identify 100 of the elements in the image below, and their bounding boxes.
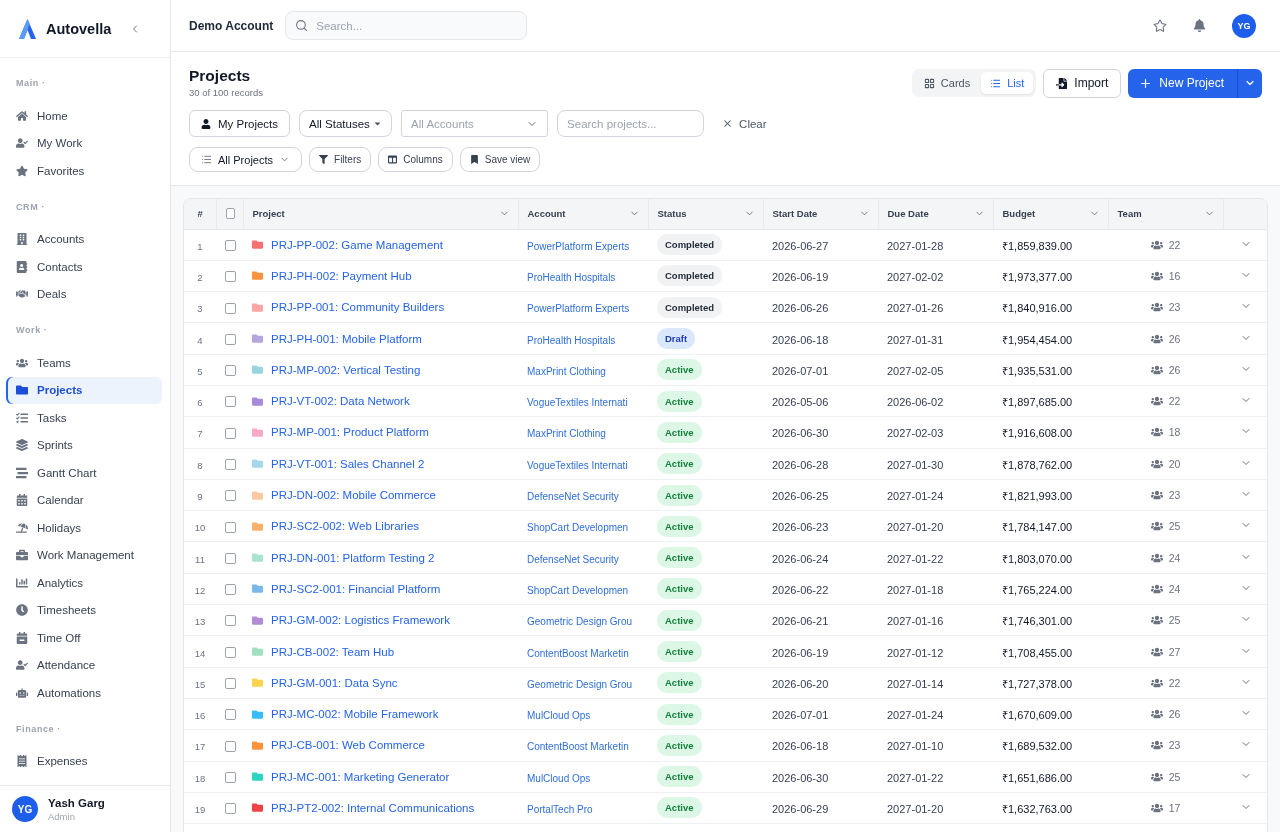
view-select[interactable]: All Projects bbox=[189, 147, 303, 172]
checkbox[interactable] bbox=[225, 803, 236, 815]
project-link[interactable]: PRJ-GM-002: Logistics Framework bbox=[271, 614, 450, 627]
nav-item[interactable]: Work Management bbox=[6, 541, 162, 569]
nav-item[interactable]: Tasks bbox=[6, 404, 162, 432]
clear-button[interactable]: Clear bbox=[722, 117, 767, 130]
checkbox[interactable] bbox=[225, 239, 236, 251]
user-avatar[interactable]: YG bbox=[1232, 13, 1256, 38]
import-button[interactable]: Import bbox=[1043, 68, 1122, 98]
view-tab[interactable]: List bbox=[981, 72, 1034, 94]
nav-item[interactable]: Attendance bbox=[6, 651, 162, 679]
project-link[interactable]: PRJ-VT-002: Data Network bbox=[271, 395, 410, 408]
project-link[interactable]: PRJ-CB-002: Team Hub bbox=[271, 645, 395, 658]
account-link[interactable]: PortalTech Pro bbox=[527, 804, 593, 815]
project-link[interactable]: PRJ-SC2-001: Financial Platform bbox=[271, 582, 441, 595]
nav-item[interactable]: Accounts bbox=[6, 225, 162, 253]
account-link[interactable]: DefenseNet Security bbox=[527, 553, 619, 565]
checkbox[interactable] bbox=[225, 584, 236, 596]
project-link[interactable]: PRJ-PT2-002: Internal Communications bbox=[271, 802, 475, 814]
checkbox[interactable] bbox=[225, 615, 236, 627]
account-link[interactable]: MulCloud Ops bbox=[527, 710, 591, 722]
column-header[interactable]: Project bbox=[252, 208, 285, 220]
project-link[interactable]: PRJ-MP-001: Product Platform bbox=[271, 426, 429, 439]
save-view-button[interactable]: Save view bbox=[459, 147, 541, 172]
project-link[interactable]: PRJ-VT-001: Sales Channel 2 bbox=[271, 457, 425, 470]
column-header[interactable]: Team bbox=[1117, 208, 1142, 220]
project-search-field[interactable]: Search projects... bbox=[557, 110, 705, 137]
project-link[interactable]: PRJ-MP-002: Vertical Testing bbox=[271, 363, 421, 376]
nav-item[interactable]: Deals bbox=[6, 280, 162, 308]
nav-item[interactable]: Calendar bbox=[6, 486, 162, 514]
project-link[interactable]: PRJ-DN-001: Platform Testing 2 bbox=[271, 551, 435, 564]
account-link[interactable]: MaxPrint Clothing bbox=[527, 365, 606, 377]
column-header[interactable]: Budget bbox=[1002, 208, 1036, 220]
nav-item[interactable]: Analytics bbox=[6, 569, 162, 597]
account-link[interactable]: VogueTextiles Internati bbox=[527, 459, 628, 471]
checkbox[interactable] bbox=[225, 271, 236, 283]
nav-item[interactable]: Contacts bbox=[6, 253, 162, 281]
checkbox[interactable] bbox=[225, 771, 236, 783]
account-link[interactable]: ProHealth Hospitals bbox=[527, 334, 616, 346]
checkbox[interactable] bbox=[225, 678, 236, 690]
my-projects-button[interactable]: My Projects bbox=[189, 110, 291, 137]
checkbox[interactable] bbox=[225, 552, 236, 564]
account-link[interactable]: MulCloud Ops bbox=[527, 772, 591, 784]
project-link[interactable]: PRJ-PH-002: Payment Hub bbox=[271, 269, 412, 282]
checkbox[interactable] bbox=[225, 709, 236, 721]
account-link[interactable]: Geometric Design Grou bbox=[527, 616, 633, 628]
project-link[interactable]: PRJ-DN-002: Mobile Commerce bbox=[271, 489, 436, 501]
checkbox[interactable] bbox=[225, 427, 236, 439]
view-tab[interactable]: Cards bbox=[914, 72, 980, 94]
star-icon[interactable] bbox=[1153, 18, 1167, 33]
nav-item[interactable]: Sprints bbox=[6, 431, 162, 459]
search-field[interactable]: Search... bbox=[285, 11, 528, 40]
account-link[interactable]: ShopCart Developmen bbox=[527, 584, 629, 596]
account-link[interactable]: DefenseNet Security bbox=[527, 491, 619, 502]
account-link[interactable]: VogueTextiles Internati bbox=[527, 397, 628, 409]
project-link[interactable]: PRJ-MC-002: Mobile Framework bbox=[271, 708, 439, 721]
account-link[interactable]: ContentBoost Marketin bbox=[527, 647, 629, 659]
nav-item[interactable]: My Work bbox=[6, 129, 162, 157]
checkbox[interactable] bbox=[225, 646, 236, 658]
checkbox[interactable] bbox=[225, 521, 236, 533]
status-select[interactable]: All Statuses bbox=[299, 110, 393, 137]
columns-button[interactable]: Columns bbox=[378, 147, 453, 172]
checkbox[interactable] bbox=[225, 208, 235, 220]
account-link[interactable]: Geometric Design Grou bbox=[527, 678, 633, 690]
account-link[interactable]: PowerPlatform Experts bbox=[527, 303, 630, 315]
column-header[interactable]: Due Date bbox=[887, 208, 929, 220]
nav-item[interactable]: Automations bbox=[6, 679, 162, 707]
nav-item[interactable]: Teams bbox=[6, 349, 162, 377]
new-project-menu-button[interactable] bbox=[1237, 68, 1262, 98]
nav-item[interactable]: Time Off bbox=[6, 624, 162, 652]
project-link[interactable]: PRJ-MC-001: Marketing Generator bbox=[271, 770, 450, 783]
project-link[interactable]: PRJ-CB-001: Web Commerce bbox=[271, 739, 425, 752]
checkbox[interactable] bbox=[225, 490, 236, 502]
checkbox[interactable] bbox=[225, 365, 236, 377]
project-link[interactable]: PRJ-PH-001: Mobile Platform bbox=[271, 332, 422, 345]
bell-icon[interactable] bbox=[1193, 19, 1206, 32]
nav-item[interactable]: Expenses bbox=[6, 747, 162, 775]
account-link[interactable]: ContentBoost Marketin bbox=[527, 741, 629, 753]
project-link[interactable]: PRJ-PP-001: Community Builders bbox=[271, 301, 445, 314]
checkbox[interactable] bbox=[225, 459, 236, 470]
nav-item[interactable]: Timesheets bbox=[6, 596, 162, 624]
checkbox[interactable] bbox=[225, 396, 236, 408]
column-header[interactable]: Status bbox=[657, 208, 687, 220]
account-link[interactable]: ShopCart Developmen bbox=[527, 522, 629, 534]
nav-item[interactable]: Gantt Chart bbox=[6, 459, 162, 487]
column-header[interactable]: Account bbox=[527, 208, 566, 220]
nav-item[interactable]: Projects bbox=[6, 376, 162, 404]
nav-item[interactable]: Holidays bbox=[6, 514, 162, 542]
new-project-button[interactable]: New Project bbox=[1128, 68, 1237, 98]
account-link[interactable]: PowerPlatform Experts bbox=[527, 240, 630, 252]
account-link[interactable]: MaxPrint Clothing bbox=[527, 428, 606, 440]
filters-button[interactable]: Filters bbox=[309, 147, 372, 172]
checkbox[interactable] bbox=[225, 740, 236, 752]
nav-item[interactable]: Home bbox=[6, 102, 162, 130]
project-link[interactable]: PRJ-SC2-002: Web Libraries bbox=[271, 520, 420, 533]
project-link[interactable]: PRJ-PP-002: Game Management bbox=[271, 238, 443, 251]
account-link[interactable]: ProHealth Hospitals bbox=[527, 271, 616, 283]
checkbox[interactable] bbox=[225, 302, 236, 314]
project-link[interactable]: PRJ-GM-001: Data Sync bbox=[271, 676, 398, 689]
nav-item[interactable]: Favorites bbox=[6, 157, 162, 185]
